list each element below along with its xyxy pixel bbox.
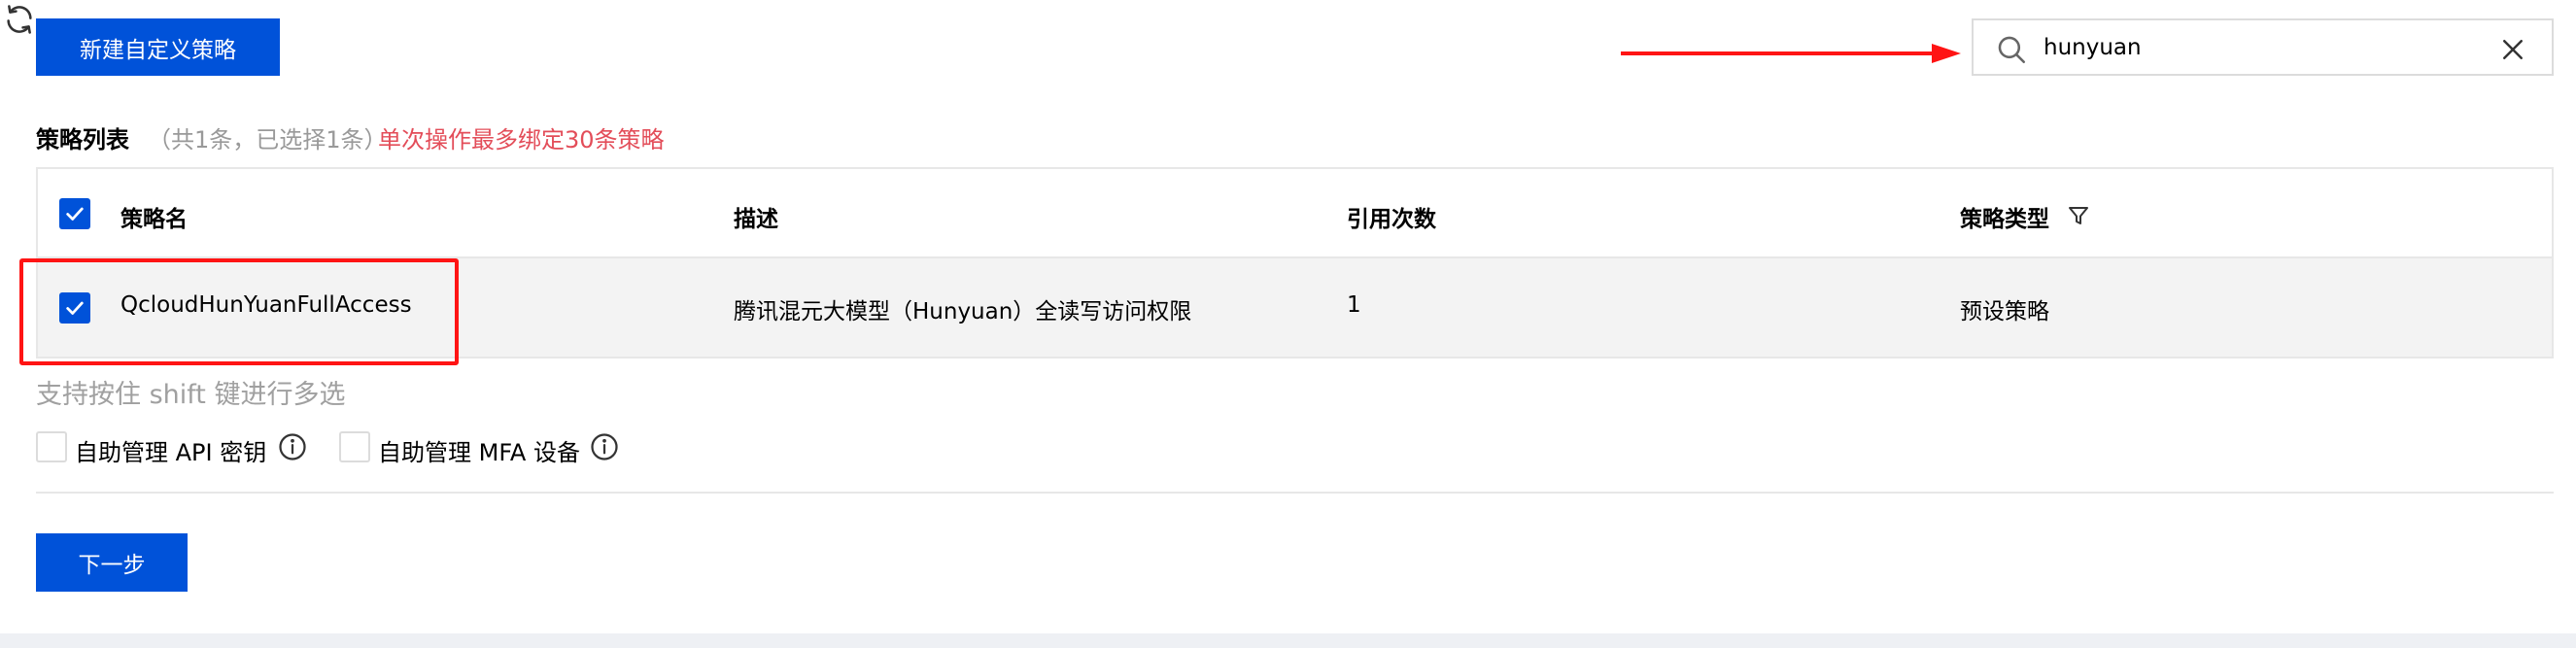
close-icon[interactable] (2498, 35, 2527, 64)
refresh-icon (7, 5, 32, 34)
policy-limit-warning: 单次操作最多绑定30条策略 (378, 126, 665, 153)
search-input[interactable] (2044, 28, 2471, 67)
new-custom-policy-label: 新建自定义策略 (80, 37, 236, 63)
page-footer-band (0, 633, 2576, 648)
next-step-label: 下一步 (78, 553, 146, 578)
info-icon[interactable] (278, 432, 307, 461)
policy-name-cell: QcloudHunYuanFullAccess (120, 292, 412, 318)
table-header: 策略名 描述 引用次数 策略类型 (38, 169, 2552, 258)
filter-icon[interactable] (2067, 204, 2090, 227)
refresh-button[interactable] (0, 0, 39, 39)
info-icon[interactable] (590, 432, 619, 461)
next-step-button[interactable]: 下一步 (36, 533, 188, 592)
new-custom-policy-button[interactable]: 新建自定义策略 (36, 18, 280, 76)
search-icon (1998, 36, 2026, 64)
annotation-arrow (1621, 44, 1961, 63)
api-key-checkbox[interactable] (36, 431, 67, 462)
policy-list-count: （共1条，已选择1条） (148, 126, 388, 153)
check-icon (66, 301, 84, 315)
divider (36, 492, 2554, 494)
policy-list-title: 策略列表 (36, 126, 129, 153)
table-row[interactable]: QcloudHunYuanFullAccess 腾讯混元大模型（Hunyuan）… (38, 258, 2552, 357)
api-key-label: 自助管理 API 密钥 (75, 439, 267, 466)
mfa-device-label: 自助管理 MFA 设备 (378, 439, 580, 466)
select-all-checkbox[interactable] (59, 198, 90, 229)
column-header-policy-name: 策略名 (120, 207, 188, 232)
policy-table: 策略名 描述 引用次数 策略类型 QcloudHunYuanFullAccess… (36, 167, 2554, 358)
mfa-device-checkbox[interactable] (339, 431, 370, 462)
column-header-policy-type: 策略类型 (1960, 207, 2049, 232)
column-header-description: 描述 (734, 207, 778, 232)
reference-count-cell: 1 (1347, 292, 1361, 318)
column-header-reference-count: 引用次数 (1347, 207, 1436, 232)
policy-type-cell: 预设策略 (1960, 299, 2049, 324)
policy-description-cell: 腾讯混元大模型（Hunyuan）全读写访问权限 (734, 299, 1192, 324)
search-box[interactable] (1972, 18, 2554, 76)
row-checkbox[interactable] (59, 292, 90, 324)
check-icon (66, 207, 84, 221)
multi-select-hint: 支持按住 shift 键进行多选 (36, 380, 346, 410)
